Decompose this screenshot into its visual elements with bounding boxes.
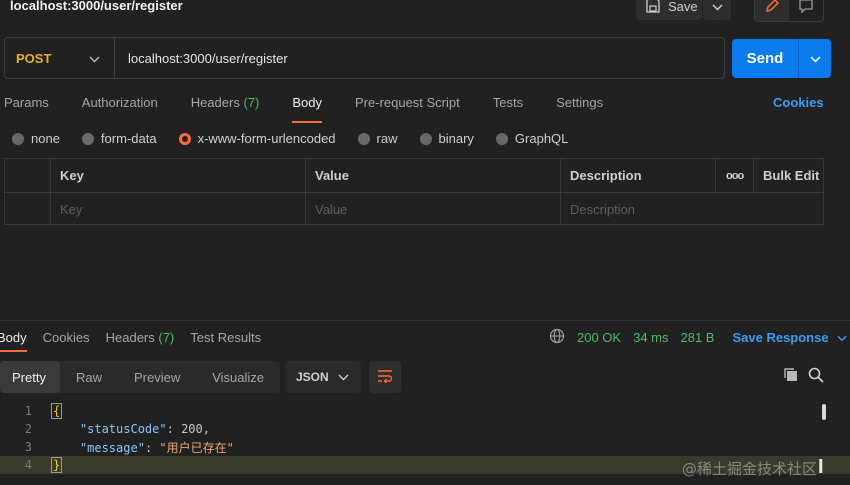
radio-binary[interactable]: binary [419,131,474,146]
watermark: @稀土掘金技术社区 [682,460,818,478]
comments-button[interactable] [789,0,823,21]
radio-dot [12,132,24,145]
bulk-edit-button[interactable]: Bulk Edit [753,159,823,192]
close-brace: } [51,457,63,473]
radio-graphql[interactable]: GraphQL [495,131,568,146]
line-number: 1 [24,404,32,418]
table-header-row: Key Value Description ooo Bulk Edit [5,159,823,192]
code-line: 3 "message": "用户已存在" [0,438,850,456]
json-key: "message" [79,440,145,455]
wrap-lines-icon [377,369,393,386]
radio-x-www-form-urlencoded[interactable]: x-www-form-urlencoded [178,131,336,146]
radio-dot [357,132,370,145]
request-tab-title[interactable]: localhost:3000/user/register [10,0,183,13]
response-tabs: Body Cookies Headers (7) Test Results [0,330,277,352]
view-mode-tabs: Pretty Raw Preview Visualize [0,361,281,393]
tab-authorization[interactable]: Authorization [82,95,158,117]
view-raw[interactable]: Raw [60,361,118,393]
code-line: 1 { [0,402,850,420]
response-headers-count: (7) [158,330,175,345]
column-value: Value [305,159,560,192]
chevron-down-icon [712,0,723,14]
tab-pre-request-script[interactable]: Pre-request Script [355,95,460,117]
json-string: "用户已存在" [159,440,234,455]
line-number: 3 [24,440,32,454]
search-icon[interactable] [808,367,824,386]
save-response-button[interactable]: Save Response [732,330,847,345]
line-number: 2 [24,422,32,436]
json-key: "statusCode" [79,422,167,436]
radio-none[interactable]: none [12,131,60,146]
response-divider[interactable] [0,320,850,321]
tab-settings[interactable]: Settings [556,95,603,117]
response-tab-test-results[interactable]: Test Results [190,330,261,345]
pencil-icon [764,0,780,17]
row-checkbox-cell [5,193,50,225]
view-pretty[interactable]: Pretty [0,361,60,393]
radio-dot-selected [178,132,191,145]
headers-count: (7) [243,95,260,110]
json-number: 200 [181,422,203,436]
response-size[interactable]: 281 B [681,330,715,345]
value-input[interactable]: Value [305,193,560,225]
send-options-button[interactable] [798,39,831,78]
radio-dot [419,132,432,145]
row-checkbox-column [5,159,50,192]
save-response-label: Save Response [732,330,829,345]
column-description: Description [560,159,715,192]
side-pane-toggle [754,0,824,22]
open-brace: { [51,403,63,419]
response-time[interactable]: 34 ms [633,330,668,345]
url-input[interactable]: localhost:3000/user/register [115,51,288,66]
text-cursor-icon: I [818,456,824,478]
response-tab-body[interactable]: Body [0,330,27,352]
more-options-icon[interactable]: ooo [715,159,753,192]
radio-dot [495,132,508,145]
status-badge[interactable]: 200 OK [577,330,621,345]
chevron-down-icon [837,330,847,345]
globe-icon[interactable] [549,328,565,347]
comment-icon [798,0,814,17]
chevron-down-icon [809,51,821,66]
view-visualize[interactable]: Visualize [196,361,280,393]
response-tab-cookies[interactable]: Cookies [43,330,90,345]
save-options-button[interactable] [703,0,731,20]
form-params-table: Key Value Description ooo Bulk Edit Key … [4,158,824,225]
tab-body[interactable]: Body [292,95,322,123]
wrap-lines-button[interactable] [369,361,401,393]
tab-headers[interactable]: Headers (7) [191,95,260,117]
response-meta: 200 OK 34 ms 281 B Save Response [549,328,847,347]
save-button[interactable]: Save [636,0,702,20]
description-input[interactable]: Description [560,193,823,225]
copy-icon[interactable] [783,367,799,386]
radio-form-data[interactable]: form-data [81,131,157,146]
save-label: Save [668,0,698,14]
request-tabs: Params Authorization Headers (7) Body Pr… [4,95,636,123]
body-type-radios: none form-data x-www-form-urlencoded raw… [12,131,590,146]
key-input[interactable]: Key [50,193,305,225]
url-bar: POST localhost:3000/user/register [4,37,725,79]
chevron-down-icon [338,370,349,384]
save-icon [646,0,660,16]
send-button[interactable]: Send [732,39,798,78]
format-select[interactable]: JSON [285,361,361,393]
tab-params[interactable]: Params [4,95,49,117]
chevron-down-icon [89,51,100,66]
view-preview[interactable]: Preview [118,361,196,393]
editor-scrollbar[interactable] [822,404,826,420]
radio-raw[interactable]: raw [357,131,398,146]
column-key: Key [50,159,305,192]
response-tab-headers[interactable]: Headers (7) [106,330,175,345]
radio-dot [81,132,94,145]
code-line: 2 "statusCode": 200, [0,420,850,438]
method-label: POST [16,50,52,66]
line-number: 4 [24,458,32,472]
table-row: Key Value Description [5,192,823,225]
format-label: JSON [296,370,329,384]
cookies-link[interactable]: Cookies [773,95,824,110]
method-select[interactable]: POST [5,38,115,78]
edit-mode-button[interactable] [755,0,789,21]
send-button-group: Send [732,39,831,78]
tab-tests[interactable]: Tests [493,95,523,117]
